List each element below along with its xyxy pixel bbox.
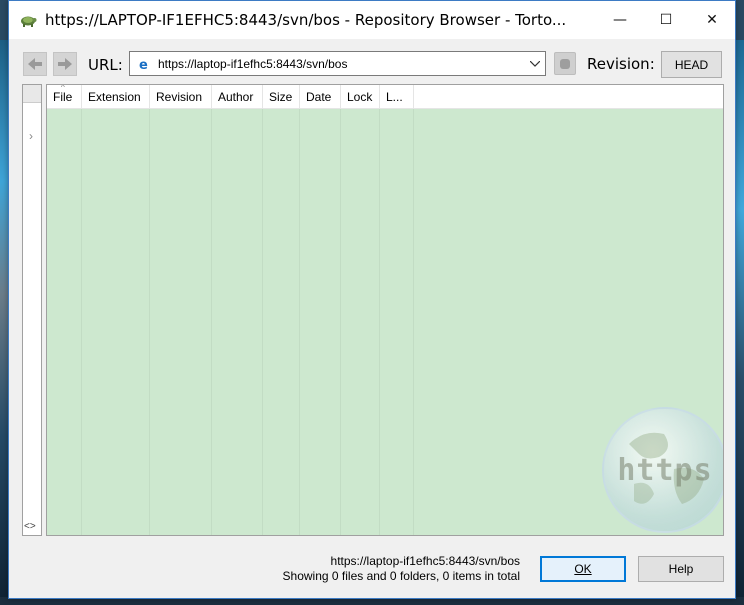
- revision-label: Revision:: [587, 55, 655, 73]
- head-revision-button[interactable]: HEAD: [661, 51, 722, 78]
- repository-browser-window: https://LAPTOP-IF1EFHC5:8443/svn/bos - R…: [8, 0, 736, 599]
- column-header-file[interactable]: ^ File: [47, 85, 82, 109]
- url-value[interactable]: https://laptop-if1efhc5:8443/svn/bos: [158, 57, 525, 71]
- url-e-icon: e: [136, 56, 152, 72]
- watermark-text: https: [617, 452, 713, 488]
- close-button[interactable]: ✕: [689, 1, 735, 39]
- history-icon: [560, 58, 570, 69]
- help-button[interactable]: Help: [638, 556, 724, 582]
- back-button[interactable]: [23, 52, 47, 76]
- column-header-lock-comment[interactable]: L...: [380, 85, 414, 109]
- column-divider: [379, 109, 380, 535]
- svg-text:e: e: [139, 58, 148, 71]
- file-list[interactable]: ^ File Extension Revision Author Size Da…: [46, 84, 724, 536]
- column-header-date[interactable]: Date: [300, 85, 341, 109]
- column-header-author[interactable]: Author: [212, 85, 263, 109]
- ok-button[interactable]: OK: [540, 556, 626, 582]
- column-header-lock[interactable]: Lock: [341, 85, 380, 109]
- column-divider: [262, 109, 263, 535]
- column-label: L...: [386, 90, 403, 104]
- ok-button-label: OK: [574, 562, 592, 576]
- window-title: https://LAPTOP-IF1EFHC5:8443/svn/bos - R…: [45, 11, 567, 29]
- tortoise-app-icon: [18, 10, 38, 30]
- column-divider: [340, 109, 341, 535]
- column-divider: [81, 109, 82, 535]
- tree-header: [23, 85, 41, 103]
- column-label: Date: [306, 90, 332, 104]
- horizontal-scroll-icon[interactable]: <>: [24, 521, 36, 532]
- back-arrow-icon: [28, 58, 42, 70]
- toolbar: URL: e https://laptop-if1efhc5:8443/svn/…: [9, 49, 735, 79]
- maximize-button[interactable]: ☐: [643, 1, 689, 39]
- column-label: Revision: [156, 90, 203, 104]
- url-combobox[interactable]: e https://laptop-if1efhc5:8443/svn/bos: [129, 51, 546, 76]
- forward-button[interactable]: [53, 52, 77, 76]
- column-label: File: [53, 90, 73, 104]
- column-label: Author: [218, 90, 254, 104]
- status-summary: Showing 0 files and 0 folders, 0 items i…: [282, 569, 520, 583]
- repository-tree-pane[interactable]: › <>: [22, 84, 42, 536]
- minimize-button[interactable]: —: [597, 1, 643, 39]
- title-bar[interactable]: https://LAPTOP-IF1EFHC5:8443/svn/bos - R…: [9, 1, 735, 39]
- url-label: URL:: [88, 56, 123, 74]
- https-globe-watermark: https: [602, 407, 723, 533]
- column-label: Extension: [88, 90, 141, 104]
- column-header-extension[interactable]: Extension: [82, 85, 150, 109]
- column-divider: [299, 109, 300, 535]
- column-divider: [211, 109, 212, 535]
- forward-arrow-icon: [58, 58, 72, 70]
- chevron-down-icon[interactable]: [525, 60, 545, 67]
- column-label: Lock: [347, 90, 373, 104]
- column-label: Size: [269, 90, 293, 104]
- file-list-header: ^ File Extension Revision Author Size Da…: [47, 85, 723, 109]
- history-button[interactable]: [554, 52, 576, 75]
- column-header-size[interactable]: Size: [263, 85, 300, 109]
- column-divider: [149, 109, 150, 535]
- status-url: https://laptop-if1efhc5:8443/svn/bos: [330, 554, 520, 568]
- sort-caret-icon: ^: [61, 84, 65, 92]
- column-header-revision[interactable]: Revision: [150, 85, 212, 109]
- column-divider: [413, 109, 414, 535]
- chevron-right-icon[interactable]: ›: [29, 129, 33, 143]
